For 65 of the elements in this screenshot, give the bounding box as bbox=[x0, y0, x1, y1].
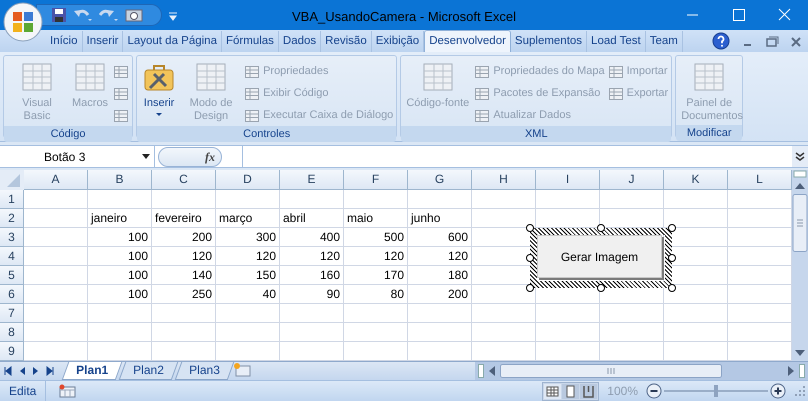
column-header[interactable]: J bbox=[600, 170, 664, 190]
table-cell: 250 bbox=[152, 285, 216, 304]
row-header[interactable]: 3 bbox=[0, 228, 24, 247]
ribbon-button[interactable]: Inserir bbox=[140, 58, 178, 126]
table-cell: 500 bbox=[344, 228, 408, 247]
table-cell: janeiro bbox=[88, 209, 152, 228]
table-cell: 90 bbox=[280, 285, 344, 304]
group-title: Código bbox=[4, 126, 132, 142]
selection-frame[interactable]: Gerar Imagem bbox=[530, 228, 672, 288]
table-cell: 200 bbox=[408, 285, 472, 304]
column-header[interactable]: F bbox=[344, 170, 408, 190]
table-cell: 300 bbox=[216, 228, 280, 247]
table-cell: março bbox=[216, 209, 280, 228]
sheet-tab[interactable]: Plan2 bbox=[118, 362, 178, 380]
column-header[interactable]: E bbox=[280, 170, 344, 190]
table-cell: 120 bbox=[344, 247, 408, 266]
column-header[interactable]: I bbox=[536, 170, 600, 190]
row-header[interactable]: 7 bbox=[0, 304, 24, 323]
column-header[interactable]: H bbox=[472, 170, 536, 190]
table-cell: 150 bbox=[216, 266, 280, 285]
insert-function-button[interactable]: fx bbox=[158, 146, 222, 166]
group-title: Controles bbox=[137, 126, 396, 142]
column-header[interactable]: C bbox=[152, 170, 216, 190]
table-cell: 120 bbox=[408, 247, 472, 266]
window-title: VBA_UsandoCamera - Microsoft Excel bbox=[291, 8, 517, 26]
sheet-tab[interactable]: Plan1 bbox=[62, 362, 122, 380]
table-cell: 600 bbox=[408, 228, 472, 247]
row-header[interactable]: 4 bbox=[0, 247, 24, 266]
row-header[interactable]: 1 bbox=[0, 190, 24, 209]
column-header[interactable]: B bbox=[88, 170, 152, 190]
table-cell: 200 bbox=[152, 228, 216, 247]
column-header[interactable]: D bbox=[216, 170, 280, 190]
table-cell: 120 bbox=[280, 247, 344, 266]
form-button[interactable]: Gerar Imagem bbox=[537, 235, 662, 278]
group-title: Modificar bbox=[676, 125, 742, 141]
row-header[interactable]: 2 bbox=[0, 209, 24, 228]
row-header[interactable]: 5 bbox=[0, 266, 24, 285]
table-cell: maio bbox=[344, 209, 408, 228]
table-cell: 180 bbox=[408, 266, 472, 285]
table-cell: 100 bbox=[88, 285, 152, 304]
group-title: XML bbox=[401, 126, 672, 142]
column-header[interactable]: A bbox=[24, 170, 88, 190]
column-header[interactable]: K bbox=[664, 170, 728, 190]
column-header[interactable]: G bbox=[408, 170, 472, 190]
row-header[interactable]: 9 bbox=[0, 342, 24, 361]
table-cell: 100 bbox=[88, 247, 152, 266]
status-mode: Edita bbox=[0, 381, 46, 401]
row-header[interactable]: 6 bbox=[0, 285, 24, 304]
row-header[interactable]: 8 bbox=[0, 323, 24, 342]
table-cell: 170 bbox=[344, 266, 408, 285]
table-cell: 100 bbox=[88, 266, 152, 285]
table-cell: 120 bbox=[216, 247, 280, 266]
table-cell: 120 bbox=[152, 247, 216, 266]
sheet-tab[interactable]: Plan3 bbox=[174, 362, 234, 380]
ribbon-tab[interactable]: Desenvolvedor bbox=[424, 30, 511, 52]
column-header[interactable]: L bbox=[728, 170, 792, 190]
table-cell: abril bbox=[280, 209, 344, 228]
table-cell: junho bbox=[408, 209, 472, 228]
table-cell: 400 bbox=[280, 228, 344, 247]
table-cell: 140 bbox=[152, 266, 216, 285]
table-cell: fevereiro bbox=[152, 209, 216, 228]
table-cell: 100 bbox=[88, 228, 152, 247]
table-cell: 160 bbox=[280, 266, 344, 285]
table-cell: 80 bbox=[344, 285, 408, 304]
table-cell: 40 bbox=[216, 285, 280, 304]
